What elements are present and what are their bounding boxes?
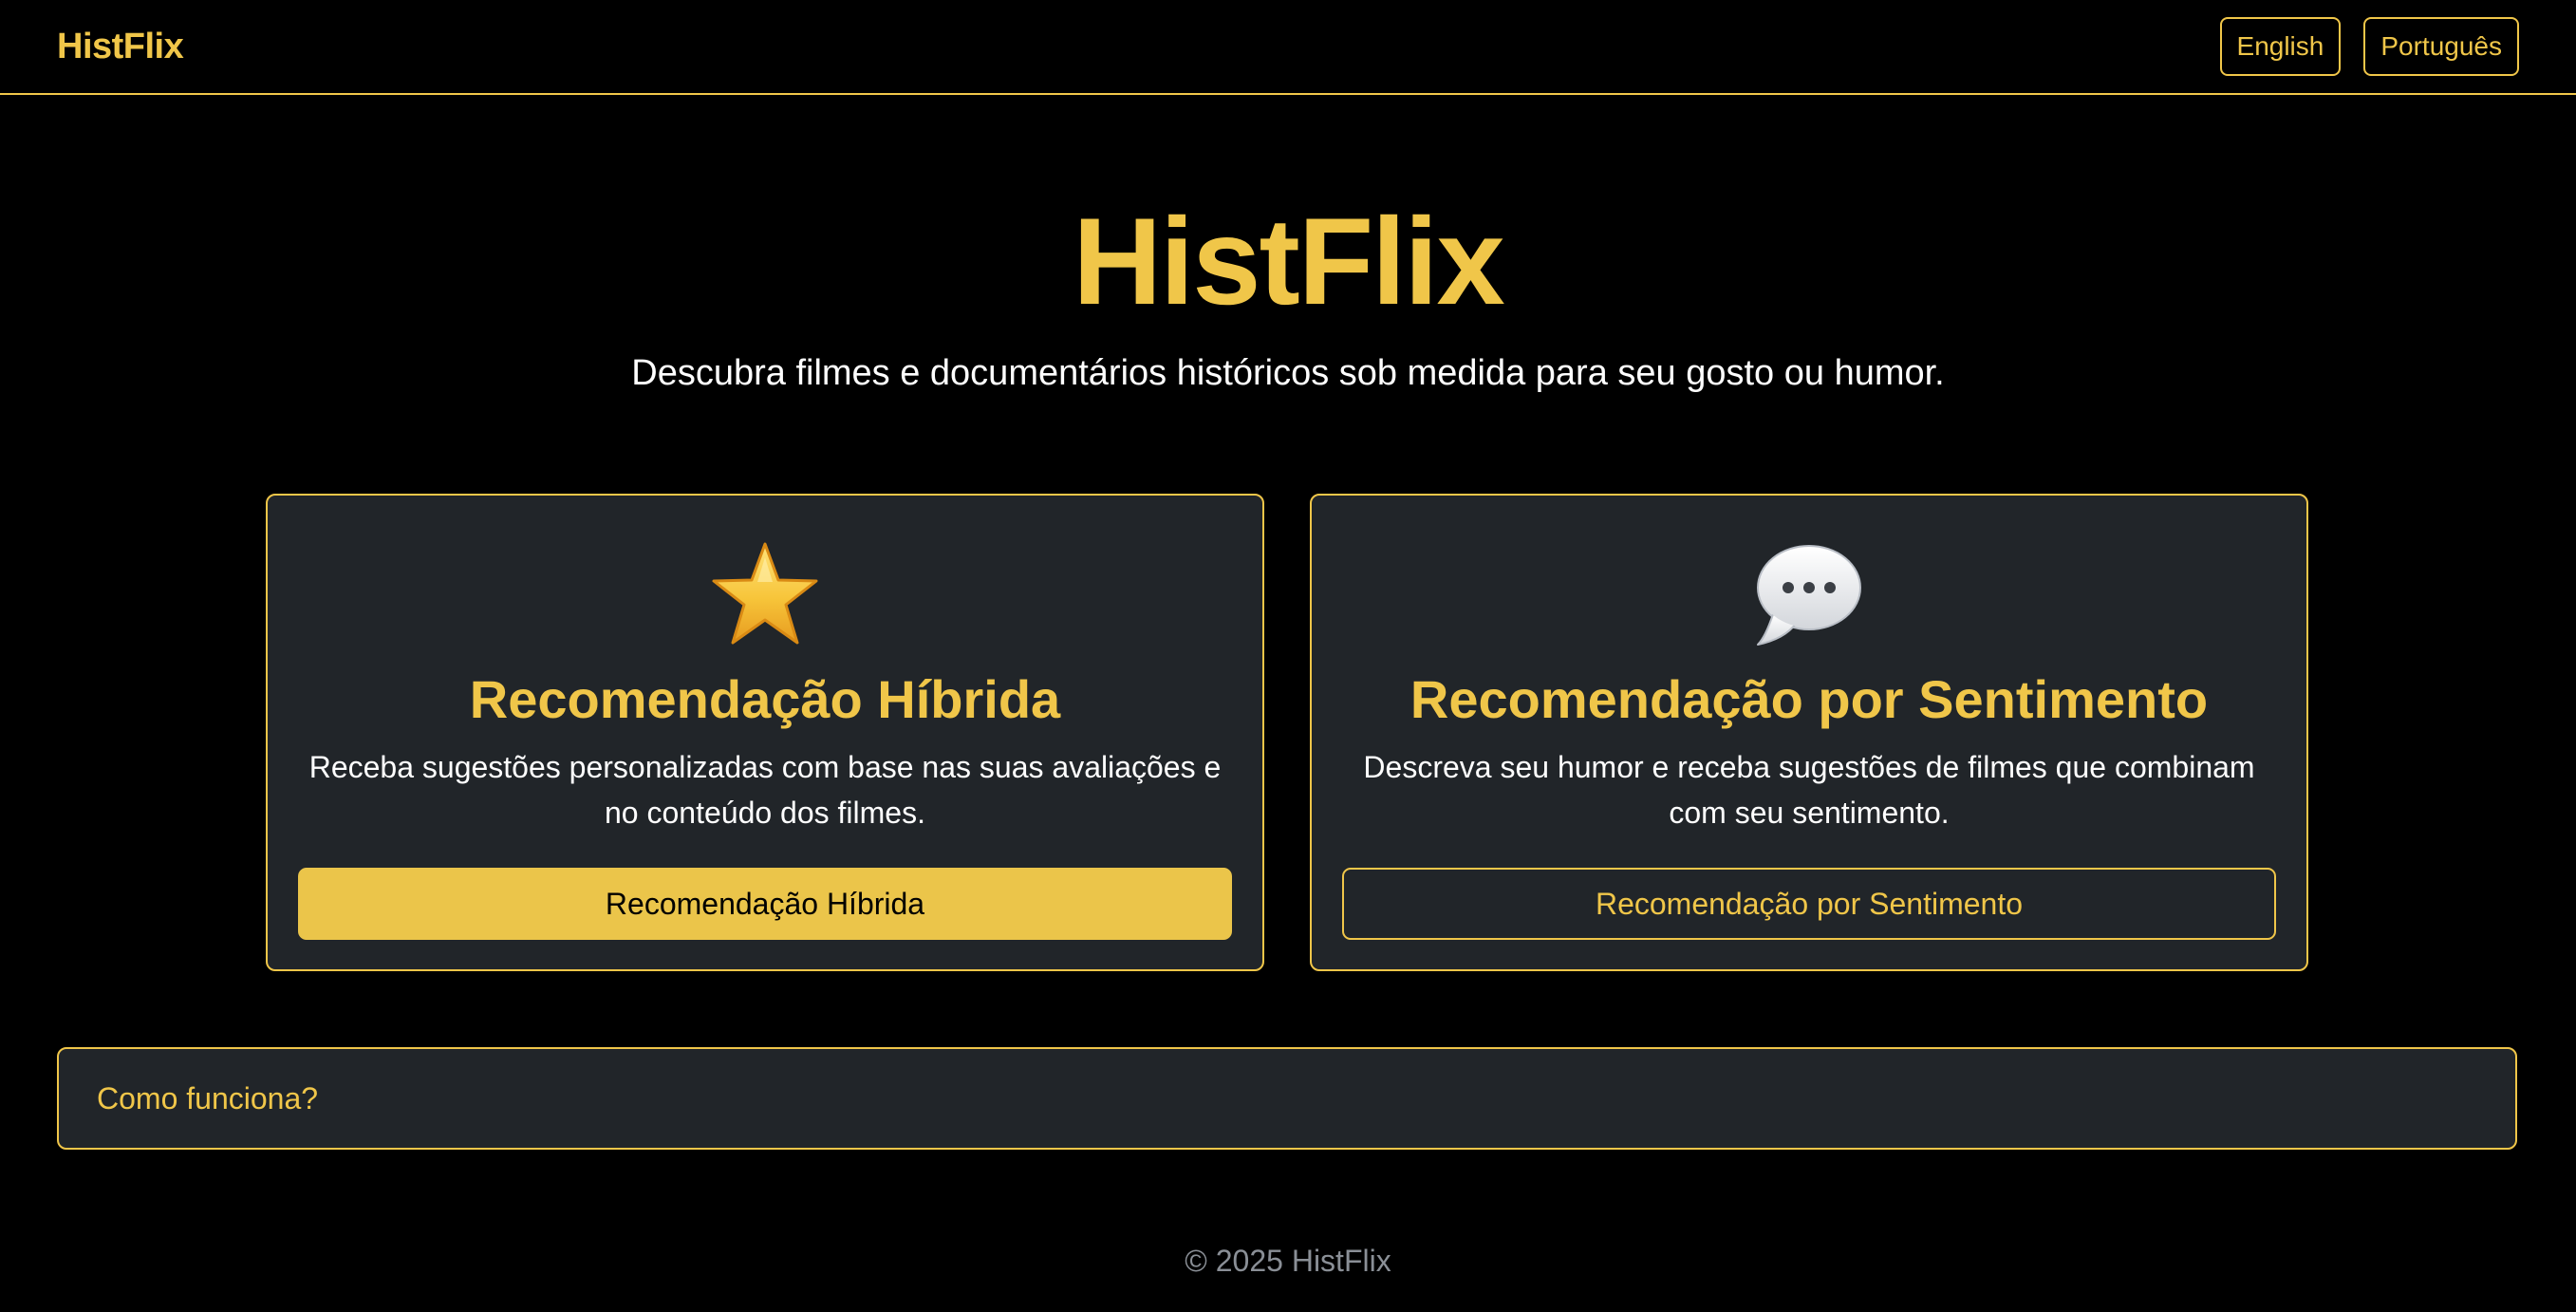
star-icon [268, 534, 1262, 657]
how-it-works-accordion[interactable]: Como funciona? [57, 1047, 2517, 1150]
hybrid-recommendation-button[interactable]: Recomendação Híbrida [298, 868, 1232, 940]
footer-copyright: © 2025 HistFlix [1185, 1244, 1391, 1278]
card-description: Descreva seu humor e receba sugestões de… [1363, 750, 2255, 830]
page-subtitle: Descubra filmes e documentários históric… [631, 353, 1945, 393]
card-title: Recomendação por Sentimento [1409, 669, 2209, 729]
card-description: Receba sugestões personalizadas com base… [308, 750, 1222, 830]
sentiment-recommendation-card: Recomendação por Sentimento Descreva seu… [1310, 494, 2308, 971]
brand-logo[interactable]: HistFlix [57, 27, 184, 67]
page-title: HistFlix [1073, 192, 1505, 330]
language-switcher: English Português [2219, 17, 2519, 76]
hybrid-recommendation-card: Recomendação Híbrida Receba sugestões pe… [266, 494, 1264, 971]
navbar: HistFlix English Português [0, 0, 2576, 95]
speech-bubble-icon [1312, 534, 2306, 657]
accordion-label: Como funciona? [97, 1080, 319, 1115]
language-english-button[interactable]: English [2219, 17, 2342, 76]
language-portuguese-button[interactable]: Português [2363, 17, 2519, 76]
card-title: Recomendação Híbrida [469, 669, 1061, 729]
sentiment-recommendation-button[interactable]: Recomendação por Sentimento [1342, 868, 2276, 940]
